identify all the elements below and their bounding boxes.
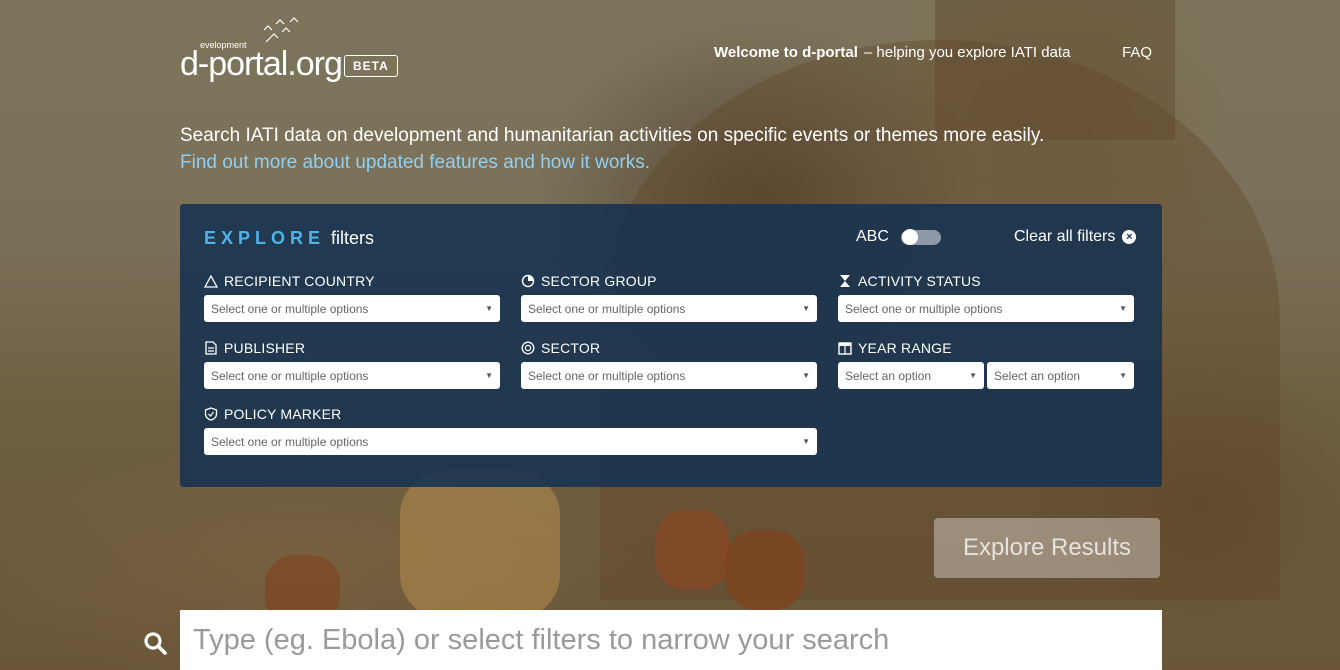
pie-chart-icon xyxy=(521,274,535,288)
sector-label: SECTOR xyxy=(521,340,600,356)
logo-arrows-icon xyxy=(263,17,299,43)
policy-marker-label: POLICY MARKER xyxy=(204,406,342,422)
welcome-title: Welcome to d-portal xyxy=(714,44,858,61)
recipient-country-label: RECIPIENT COUNTRY xyxy=(204,273,375,289)
recipient-country-select[interactable]: Select one or multiple options ▼ xyxy=(204,295,500,322)
site-logo[interactable]: evelopment d-portal.org BETA xyxy=(180,17,410,83)
features-info-link[interactable]: Find out more about updated features and… xyxy=(180,152,650,173)
intro-text: Search IATI data on development and huma… xyxy=(180,122,1044,176)
year-to-select[interactable]: Select an option ▼ xyxy=(987,362,1134,389)
activity-status-select[interactable]: Select one or multiple options ▼ xyxy=(838,295,1134,322)
close-circle-icon: × xyxy=(1122,230,1137,244)
filters-title-accent: EXPLORE xyxy=(204,228,326,248)
calendar-icon xyxy=(838,342,852,355)
toggle-knob xyxy=(901,229,918,245)
sector-select[interactable]: Select one or multiple options ▼ xyxy=(521,362,817,389)
search-icon[interactable] xyxy=(142,630,170,658)
filters-title-rest: filters xyxy=(331,228,375,248)
explore-results-button[interactable]: Explore Results xyxy=(934,518,1160,578)
dropdown-caret-icon: ▼ xyxy=(802,437,810,446)
dropdown-caret-icon: ▼ xyxy=(802,371,810,380)
search-input[interactable]: Type (eg. Ebola) or select filters to na… xyxy=(180,610,1162,670)
activity-status-label: ACTIVITY STATUS xyxy=(838,273,981,289)
dropdown-caret-icon: ▼ xyxy=(969,371,977,380)
logo-text: d-portal.org xyxy=(180,45,343,83)
intro-description: Search IATI data on development and huma… xyxy=(180,125,1045,146)
welcome-tagline: Welcome to d-portal – helping you explor… xyxy=(714,44,1070,61)
year-range-label: YEAR RANGE xyxy=(838,340,952,356)
dropdown-caret-icon: ▼ xyxy=(485,304,493,313)
triangle-icon xyxy=(204,274,218,288)
dropdown-caret-icon: ▼ xyxy=(802,304,810,313)
year-from-select[interactable]: Select an option ▼ xyxy=(838,362,984,389)
hourglass-icon xyxy=(840,275,850,287)
abc-label: ABC xyxy=(856,228,889,245)
shield-icon xyxy=(204,407,218,421)
sector-group-label: SECTOR GROUP xyxy=(521,273,657,289)
toggle-switch[interactable] xyxy=(900,229,941,245)
target-icon xyxy=(521,341,535,355)
publisher-label: PUBLISHER xyxy=(204,340,305,356)
dropdown-caret-icon: ▼ xyxy=(1119,371,1127,380)
clear-all-filters-button[interactable]: Clear all filters × xyxy=(1014,228,1137,246)
sector-group-select[interactable]: Select one or multiple options ▼ xyxy=(521,295,817,322)
search-placeholder: Type (eg. Ebola) or select filters to na… xyxy=(193,623,890,656)
policy-marker-select[interactable]: Select one or multiple options ▼ xyxy=(204,428,817,455)
welcome-subtitle: – helping you explore IATI data xyxy=(863,44,1071,61)
explore-filters-panel: EXPLORE filters ABC Clear all filters × R… xyxy=(180,204,1162,487)
faq-link[interactable]: FAQ xyxy=(1122,44,1152,61)
dropdown-caret-icon: ▼ xyxy=(485,371,493,380)
document-icon xyxy=(205,341,217,355)
dropdown-caret-icon: ▼ xyxy=(1119,304,1127,313)
abc-sort-toggle[interactable]: ABC xyxy=(856,228,941,246)
clear-all-label: Clear all filters xyxy=(1014,228,1116,245)
filters-title: EXPLORE filters xyxy=(204,228,374,249)
beta-badge: BETA xyxy=(344,55,398,77)
publisher-select[interactable]: Select one or multiple options ▼ xyxy=(204,362,500,389)
